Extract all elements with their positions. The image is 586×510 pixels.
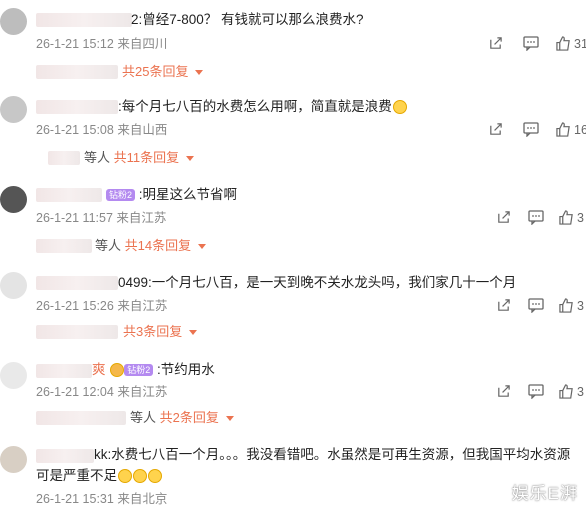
username-blurred[interactable] <box>36 449 94 463</box>
reply-summary[interactable]: 共25条回复 <box>122 64 204 80</box>
like-count: 3 <box>577 210 584 225</box>
like-icon <box>556 122 570 137</box>
like-button[interactable]: 3 <box>559 384 584 399</box>
share-button[interactable] <box>496 384 511 399</box>
share-button[interactable] <box>496 210 511 225</box>
chevron-down-icon <box>197 244 206 249</box>
share-icon <box>498 211 510 223</box>
like-count: 31 <box>574 36 586 51</box>
crown-emoji-icon <box>110 363 125 378</box>
username-blurred[interactable] <box>36 364 92 378</box>
reply-summary[interactable]: 等人 共11条回复 <box>84 150 194 166</box>
username-blurred[interactable] <box>36 276 118 290</box>
like-icon <box>559 384 573 399</box>
like-button[interactable]: 3 <box>559 210 584 225</box>
share-icon <box>490 123 502 135</box>
emoji-icon <box>148 469 162 484</box>
comment-text: 爽 钻粉2 :节约用水 <box>92 362 215 378</box>
like-count: 16 <box>574 122 586 137</box>
reply-summary[interactable]: 等人 共14条回复 <box>95 238 206 254</box>
reply-users-blurred <box>48 151 80 165</box>
comment-item: 2:曾经7-800？ 有钱就可以那么浪费水? 26-1-21 15:12 来自四… <box>0 0 586 88</box>
share-button[interactable] <box>496 298 511 313</box>
avatar[interactable] <box>0 446 27 473</box>
comment-meta: 26-1-21 15:31 来自北京 <box>36 492 168 506</box>
share-icon <box>490 37 502 49</box>
reply-users-blurred <box>36 411 126 425</box>
like-icon <box>559 298 573 313</box>
comment-button[interactable] <box>528 298 544 313</box>
emoji-icon <box>118 469 132 484</box>
like-count: 3 <box>577 298 584 313</box>
avatar[interactable] <box>0 8 27 35</box>
avatar[interactable] <box>0 272 27 299</box>
reply-users-blurred <box>36 239 92 253</box>
like-button[interactable]: 31 <box>556 36 586 51</box>
like-icon <box>556 36 570 51</box>
reply-users-blurred <box>36 65 118 79</box>
chevron-down-icon <box>188 330 197 335</box>
comment-button[interactable] <box>528 384 544 399</box>
like-count: 3 <box>577 384 584 399</box>
comment-icon <box>528 298 544 313</box>
comment-text: 2:曾经7-800？ 有钱就可以那么浪费水? <box>131 12 364 27</box>
comment-item: kk:水费七八百一个月。。。我没看错吧。水虽然是可再生资源，但我国平均水资源 可… <box>0 440 586 510</box>
share-button[interactable] <box>488 36 503 51</box>
watermark: 娱乐E湃 <box>511 484 578 503</box>
comment-meta: 26-1-21 11:57 来自江苏 <box>36 211 167 225</box>
comment-text: :每个月七八百的水费怎么用啊，简直就是浪费 <box>118 98 407 116</box>
comment-button[interactable] <box>523 36 539 51</box>
comment-icon <box>528 210 544 225</box>
comment-text: kk:水费七八百一个月。。。我没看错吧。水虽然是可再生资源，但我国平均水资源 <box>94 447 571 462</box>
like-icon <box>559 210 573 225</box>
share-icon <box>498 385 510 397</box>
username-blurred[interactable] <box>36 100 118 114</box>
chevron-down-icon <box>195 70 204 75</box>
avatar[interactable] <box>0 362 27 389</box>
fan-badge: 钻粉2 <box>124 364 154 377</box>
comment-meta: 26-1-21 15:08 来自山西 <box>36 123 168 137</box>
avatar[interactable] <box>0 96 27 123</box>
share-button[interactable] <box>488 122 503 137</box>
like-button[interactable]: 3 <box>559 298 584 313</box>
comment-text: 0499:一个月七八百，是一天到晚不关水龙头吗，我们家几十一个月 <box>118 275 517 290</box>
comment-icon <box>523 122 539 137</box>
username-blurred[interactable] <box>36 13 132 27</box>
share-icon <box>498 299 510 311</box>
comment-text: 钻粉2 :明星这么节省啊 <box>106 186 237 204</box>
comment-text-line2: 可是严重不足 <box>36 467 162 485</box>
comment-item: 0499:一个月七八百，是一天到晚不关水龙头吗，我们家几十一个月 26-1-21… <box>0 264 586 352</box>
comment-button[interactable] <box>523 122 539 137</box>
reply-summary[interactable]: 共3条回复 <box>123 324 197 340</box>
comment-meta: 26-1-21 12:04 来自江苏 <box>36 385 168 399</box>
comment-meta: 26-1-21 15:26 来自江苏 <box>36 299 168 313</box>
fan-badge: 钻粉2 <box>106 189 136 202</box>
avatar[interactable] <box>0 186 27 213</box>
comment-icon <box>523 36 539 51</box>
emoji-icon <box>133 469 147 484</box>
chevron-down-icon <box>225 416 234 421</box>
like-button[interactable]: 16 <box>556 122 586 137</box>
comment-button[interactable] <box>528 210 544 225</box>
username-blurred[interactable] <box>36 188 102 202</box>
comment-meta: 26-1-21 15:12 来自四川 <box>36 37 168 51</box>
comment-icon <box>528 384 544 399</box>
comment-item: :每个月七八百的水费怎么用啊，简直就是浪费 26-1-21 15:08 来自山西… <box>0 88 586 176</box>
chevron-down-icon <box>185 156 194 161</box>
laugh-emoji-icon <box>392 100 407 115</box>
comment-item: 爽 钻粉2 :节约用水 26-1-21 12:04 来自江苏 3 等人 共2条回… <box>0 352 586 440</box>
comment-item: 钻粉2 :明星这么节省啊 26-1-21 11:57 来自江苏 3 等人 共14… <box>0 176 586 264</box>
reply-summary[interactable]: 等人 共2条回复 <box>130 410 234 426</box>
reply-users-blurred <box>36 325 118 339</box>
